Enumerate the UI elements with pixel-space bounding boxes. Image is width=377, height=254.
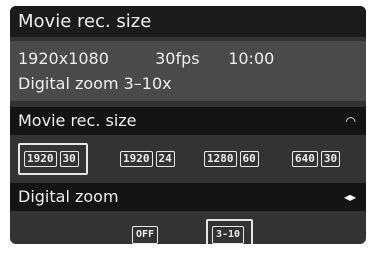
option-1920-24[interactable]: 1920 24 bbox=[120, 145, 178, 173]
movie-rec-size-options: 1920 30 1920 24 1280 60 640 30 bbox=[10, 139, 366, 179]
zoom-3-10-option[interactable]: 3-10 bbox=[206, 219, 254, 244]
digital-zoom-info: Digital zoom 3–10x bbox=[18, 74, 172, 93]
dial-icon: ◠ bbox=[345, 114, 356, 128]
digital-zoom-options: OFF 3-10 bbox=[10, 215, 366, 244]
camera-screen: Movie rec. size 1920x1080 30fps 10:00 Di… bbox=[0, 0, 377, 254]
option-1280-60[interactable]: 1280 60 bbox=[204, 145, 262, 173]
resolution-value: 1920x1080 bbox=[18, 49, 109, 68]
frame-rate-value: 30fps bbox=[155, 49, 200, 68]
option-1920-30[interactable]: 1920 30 bbox=[18, 143, 88, 175]
digital-zoom-header: Digital zoom ◂▸ bbox=[10, 183, 366, 211]
rate-24-icon: 24 bbox=[155, 151, 175, 167]
zoom-3-10-icon: 3-10 bbox=[212, 226, 245, 244]
rate-60-icon: 60 bbox=[239, 151, 259, 167]
option-640-30[interactable]: 640 30 bbox=[292, 145, 343, 173]
menu-panel: Movie rec. size 1920x1080 30fps 10:00 Di… bbox=[10, 6, 366, 244]
movie-rec-size-header: Movie rec. size ◠ bbox=[10, 107, 366, 135]
left-right-arrows-icon: ◂▸ bbox=[343, 190, 356, 204]
movie-rec-size-label: Movie rec. size bbox=[18, 111, 137, 130]
size-640-icon: 640 bbox=[292, 151, 318, 167]
zoom-off-icon: OFF bbox=[132, 226, 159, 244]
size-1920-icon: 1920 bbox=[120, 151, 153, 167]
digital-zoom-label: Digital zoom bbox=[18, 187, 119, 206]
rate-30-icon: 30 bbox=[320, 151, 341, 167]
zoom-off-option[interactable]: OFF bbox=[132, 221, 161, 244]
page-title: Movie rec. size bbox=[10, 6, 366, 37]
size-1280-icon: 1280 bbox=[204, 151, 237, 167]
rate-30-icon: 30 bbox=[59, 151, 79, 167]
size-1920-icon: 1920 bbox=[24, 151, 57, 167]
recording-info: 1920x1080 30fps 10:00 Digital zoom 3–10x bbox=[10, 41, 366, 101]
recording-time-value: 10:00 bbox=[228, 49, 275, 68]
recording-summary: 1920x1080 30fps 10:00 bbox=[18, 49, 274, 68]
